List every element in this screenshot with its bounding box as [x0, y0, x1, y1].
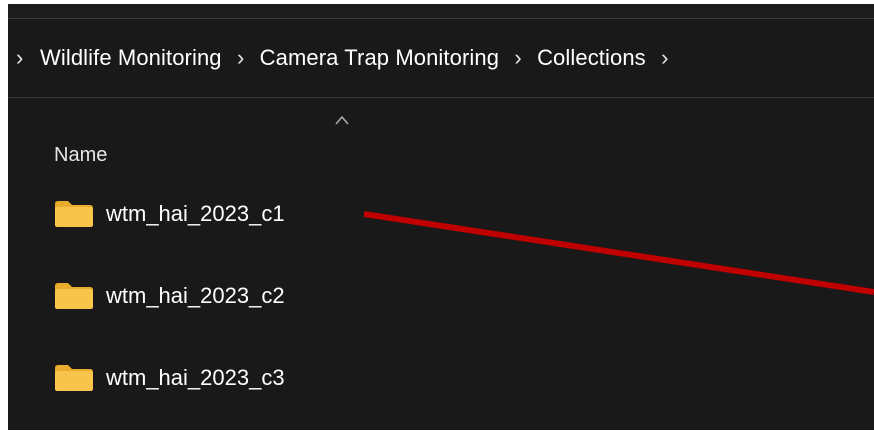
chevron-right-icon[interactable]: ›	[646, 47, 684, 69]
chevron-right-icon[interactable]: ›	[8, 47, 40, 69]
breadcrumb-item-camera-trap-monitoring[interactable]: Camera Trap Monitoring	[260, 45, 499, 71]
column-header: Name	[8, 98, 874, 180]
column-header-name[interactable]: Name	[54, 144, 107, 167]
list-item-folder-c3[interactable]: wtm_hai_2023_c3	[8, 348, 608, 408]
folder-name: wtm_hai_2023_c1	[106, 201, 285, 226]
list-item-folder-c2[interactable]: wtm_hai_2023_c2	[8, 266, 608, 326]
folder-name: wtm_hai_2023_c3	[106, 365, 285, 390]
toolbar-strip	[8, 4, 874, 19]
address-bar[interactable]: › Wildlife Monitoring › Camera Trap Moni…	[8, 19, 874, 98]
chevron-right-icon[interactable]: ›	[499, 47, 537, 69]
folder-icon	[55, 365, 93, 391]
folder-icon	[55, 201, 93, 227]
file-explorer-window: › Wildlife Monitoring › Camera Trap Moni…	[0, 0, 874, 437]
breadcrumb: › Wildlife Monitoring › Camera Trap Moni…	[8, 19, 684, 97]
explorer-panel: › Wildlife Monitoring › Camera Trap Moni…	[8, 4, 874, 430]
folder-name: wtm_hai_2023_c2	[106, 283, 285, 308]
breadcrumb-item-collections[interactable]: Collections	[537, 45, 646, 71]
breadcrumb-item-wildlife-monitoring[interactable]: Wildlife Monitoring	[40, 45, 222, 71]
sort-ascending-icon	[335, 115, 349, 125]
list-item-folder-c1[interactable]: wtm_hai_2023_c1	[8, 184, 608, 244]
chevron-right-icon[interactable]: ›	[222, 47, 260, 69]
folder-icon	[55, 283, 93, 309]
